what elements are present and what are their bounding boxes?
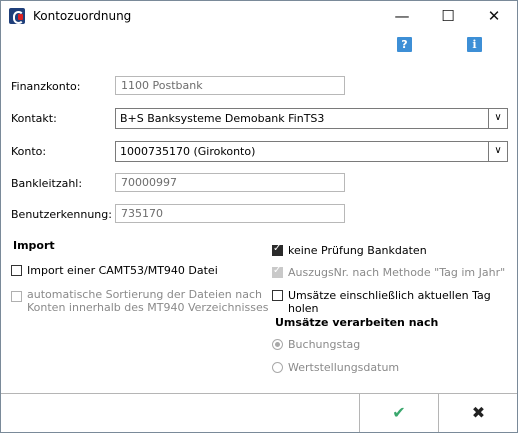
auto-sort-label-line1: automatische Sortierung der Dateien nach — [27, 288, 262, 301]
kontakt-dropdown[interactable]: B+S Banksysteme Demobank FinTS3 ∨ — [115, 108, 508, 129]
auto-sort-checkbox[interactable] — [11, 291, 22, 302]
bankleitzahl-field: 70000997 — [115, 173, 345, 192]
window-title: Kontozuordnung — [33, 9, 132, 23]
umsaetze-aktuell-checkbox[interactable] — [272, 290, 283, 301]
ok-button[interactable]: ✔ — [359, 393, 438, 432]
minimize-button[interactable]: — — [379, 1, 425, 31]
close-x-icon: ✖ — [471, 403, 486, 422]
chevron-down-icon[interactable]: ∨ — [488, 142, 507, 161]
help-question-icon[interactable]: ? — [397, 37, 412, 52]
umsaetze-heading: Umsätze verarbeiten nach — [275, 316, 439, 329]
konto-dropdown[interactable]: 1000735170 (Girokonto) ∨ — [115, 141, 508, 162]
wertstellungsdatum-radio[interactable] — [272, 362, 283, 373]
finanzkonto-field: 1100 Postbank — [115, 76, 345, 95]
auto-sort-label-line2: Konten innerhalb des MT940 Verzeichnisse… — [27, 301, 269, 314]
umsaetze-aktuell-label: Umsätze einschließlich aktuellen Tag hol… — [288, 289, 491, 315]
kontakt-selected-value: B+S Banksysteme Demobank FinTS3 — [120, 112, 325, 125]
app-logo-icon — [9, 8, 25, 24]
cancel-button[interactable]: ✖ — [438, 393, 518, 432]
wertstellungsdatum-label: Wertstellungsdatum — [288, 361, 400, 374]
finanzkonto-label: Finanzkonto: — [11, 80, 81, 93]
konto-label: Konto: — [11, 145, 47, 158]
benutzerkennung-field: 735170 — [115, 204, 345, 223]
maximize-button[interactable]: ☐ — [425, 1, 471, 31]
buchungstag-label: Buchungstag — [288, 338, 361, 351]
konto-selected-value: 1000735170 (Girokonto) — [120, 145, 256, 158]
info-icon[interactable]: i — [467, 37, 482, 52]
buchungstag-radio[interactable] — [272, 339, 283, 350]
auszugsnr-label: AuszugsNr. nach Methode "Tag im Jahr" — [288, 266, 506, 279]
chevron-down-icon[interactable]: ∨ — [488, 109, 507, 128]
benutzerkennung-label: Benutzerkennung: — [11, 208, 112, 221]
keine-pruefung-checkbox[interactable] — [272, 243, 283, 256]
kontakt-label: Kontakt: — [11, 112, 57, 125]
checkmark-icon: ✔ — [392, 403, 406, 422]
import-heading: Import — [13, 239, 55, 252]
keine-pruefung-label: keine Prüfung Bankdaten — [288, 244, 427, 257]
camt-import-label: Import einer CAMT53/MT940 Datei — [27, 264, 218, 277]
camt-import-checkbox[interactable] — [11, 265, 22, 276]
dialog-window: Kontozuordnung — ☐ ✕ ? i Finanzkonto: 11… — [0, 0, 518, 433]
close-button[interactable]: ✕ — [471, 1, 517, 31]
title-bar: Kontozuordnung — ☐ ✕ — [1, 1, 517, 31]
bankleitzahl-label: Bankleitzahl: — [11, 177, 83, 190]
auszugsnr-checkbox[interactable] — [272, 265, 283, 278]
